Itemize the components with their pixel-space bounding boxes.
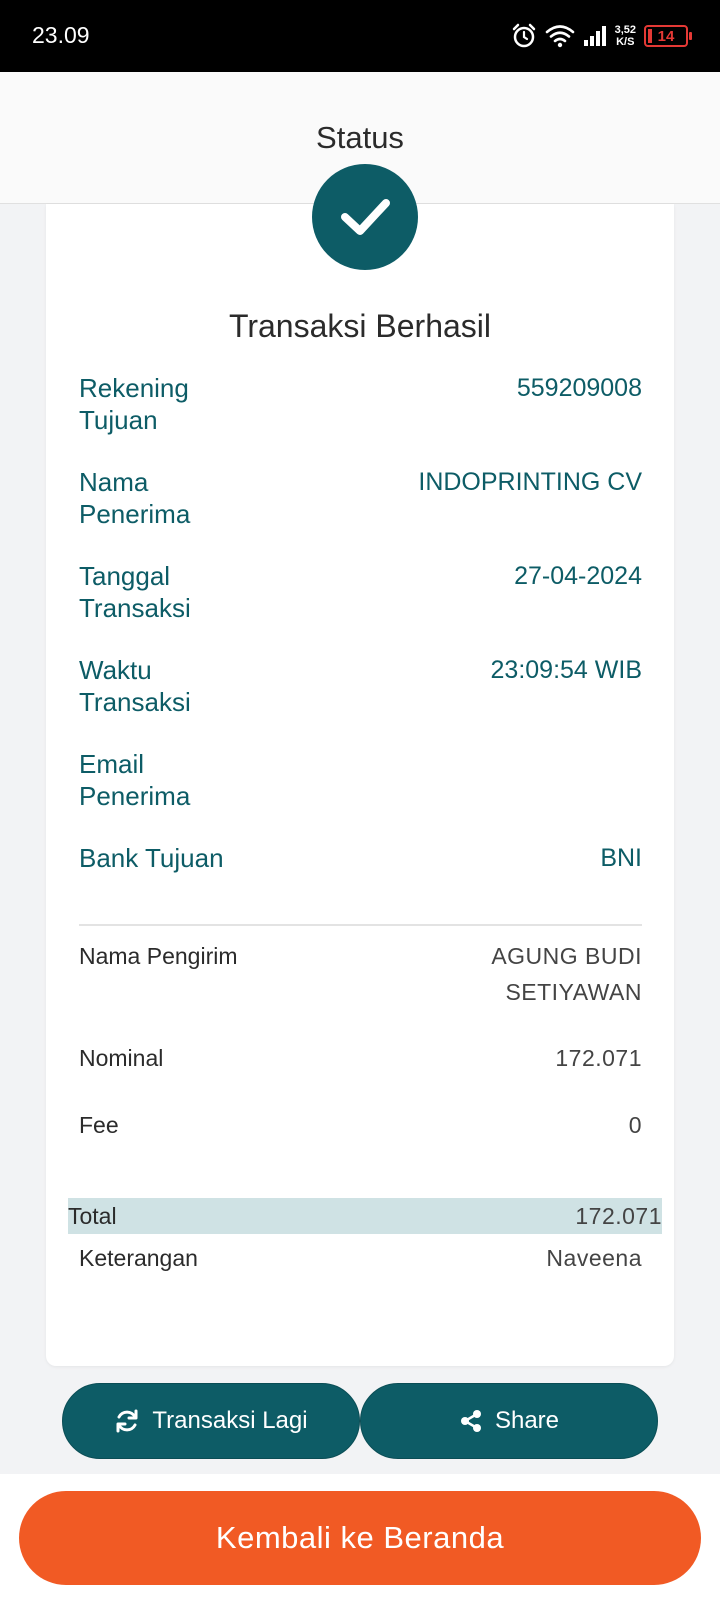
network-speed-unit: K/S — [616, 36, 635, 48]
detail-label: Rekening Tujuan — [79, 373, 189, 435]
total-value: 172.071 — [575, 1203, 662, 1229]
alarm-icon — [511, 23, 537, 49]
detail-label: Bank Tujuan — [79, 843, 224, 873]
detail-label: Nama Penerima — [79, 467, 191, 529]
sender-row: Nama Pengirim AGUNG BUDI SETIYAWAN — [79, 938, 642, 1010]
total-label: Total — [68, 1203, 117, 1229]
sender-value-line1: AGUNG BUDI — [491, 943, 642, 969]
detail-row-bank-tujuan: Bank Tujuan BNI — [79, 842, 642, 874]
detail-label: Email Penerima — [79, 749, 191, 811]
note-row: Keterangan Naveena — [79, 1240, 642, 1276]
fee-label: Fee — [79, 1112, 119, 1138]
success-check-icon — [312, 164, 418, 270]
detail-value: 27-04-2024 — [514, 562, 642, 590]
back-to-home-label: Kembali ke Beranda — [215, 1520, 505, 1555]
share-button[interactable]: Share — [360, 1383, 658, 1459]
detail-label: Tanggal Transaksi — [79, 561, 191, 623]
detail-row-waktu-transaksi: Waktu Transaksi 23:09:54 WIB — [79, 654, 642, 718]
battery-level: 14 — [657, 27, 675, 45]
signal-icon — [583, 25, 607, 47]
detail-row-tanggal-transaksi: Tanggal Transaksi 27-04-2024 — [79, 560, 642, 624]
note-value: Naveena — [546, 1245, 642, 1271]
detail-value: INDOPRINTING CV — [418, 468, 642, 496]
sender-value: AGUNG BUDI SETIYAWAN — [491, 938, 642, 1010]
section-divider — [79, 924, 642, 926]
network-speed-value: 3,52 — [614, 24, 636, 36]
detail-value: 559209008 — [516, 374, 642, 402]
detail-value: BNI — [600, 844, 642, 872]
battery-icon: 14 — [644, 25, 692, 47]
status-bar: 23.09 3,52 K/S 14 — [0, 0, 720, 72]
detail-row-email-penerima: Email Penerima — [79, 748, 642, 812]
transaction-status-title: Transaksi Berhasil — [228, 308, 491, 344]
share-label: Share — [494, 1407, 560, 1434]
wifi-icon — [545, 24, 575, 48]
transaction-card: Transaksi Berhasil Rekening Tujuan 55920… — [46, 164, 674, 1366]
transaksi-lagi-label: Transaksi Lagi — [152, 1407, 308, 1434]
action-buttons: Transaksi Lagi Share — [62, 1383, 658, 1459]
nominal-value: 172.071 — [555, 1045, 642, 1071]
status-icons: 3,52 K/S 14 — [511, 20, 692, 52]
detail-value: 23:09:54 WIB — [490, 656, 642, 684]
fee-value: 0 — [628, 1112, 642, 1138]
status-time: 23.09 — [32, 22, 90, 48]
network-speed: 3,52 K/S — [615, 24, 636, 48]
detail-row-nama-penerima: Nama Penerima INDOPRINTING CV — [79, 466, 642, 530]
share-icon — [459, 1409, 483, 1433]
detail-row-rekening-tujuan: Rekening Tujuan 559209008 — [79, 372, 642, 436]
total-row: Total 172.071 — [68, 1198, 662, 1234]
nominal-label: Nominal — [79, 1045, 164, 1071]
page-title: Status — [316, 119, 404, 155]
sender-value-line2: SETIYAWAN — [505, 979, 642, 1005]
back-to-home-button[interactable]: Kembali ke Beranda — [19, 1491, 701, 1585]
nominal-row: Nominal 172.071 — [79, 1040, 642, 1076]
refresh-icon — [114, 1408, 140, 1434]
fee-row: Fee 0 — [79, 1107, 642, 1143]
detail-label: Waktu Transaksi — [79, 655, 191, 717]
note-label: Keterangan — [79, 1245, 198, 1271]
sender-label: Nama Pengirim — [79, 943, 238, 969]
transaksi-lagi-button[interactable]: Transaksi Lagi — [62, 1383, 360, 1459]
